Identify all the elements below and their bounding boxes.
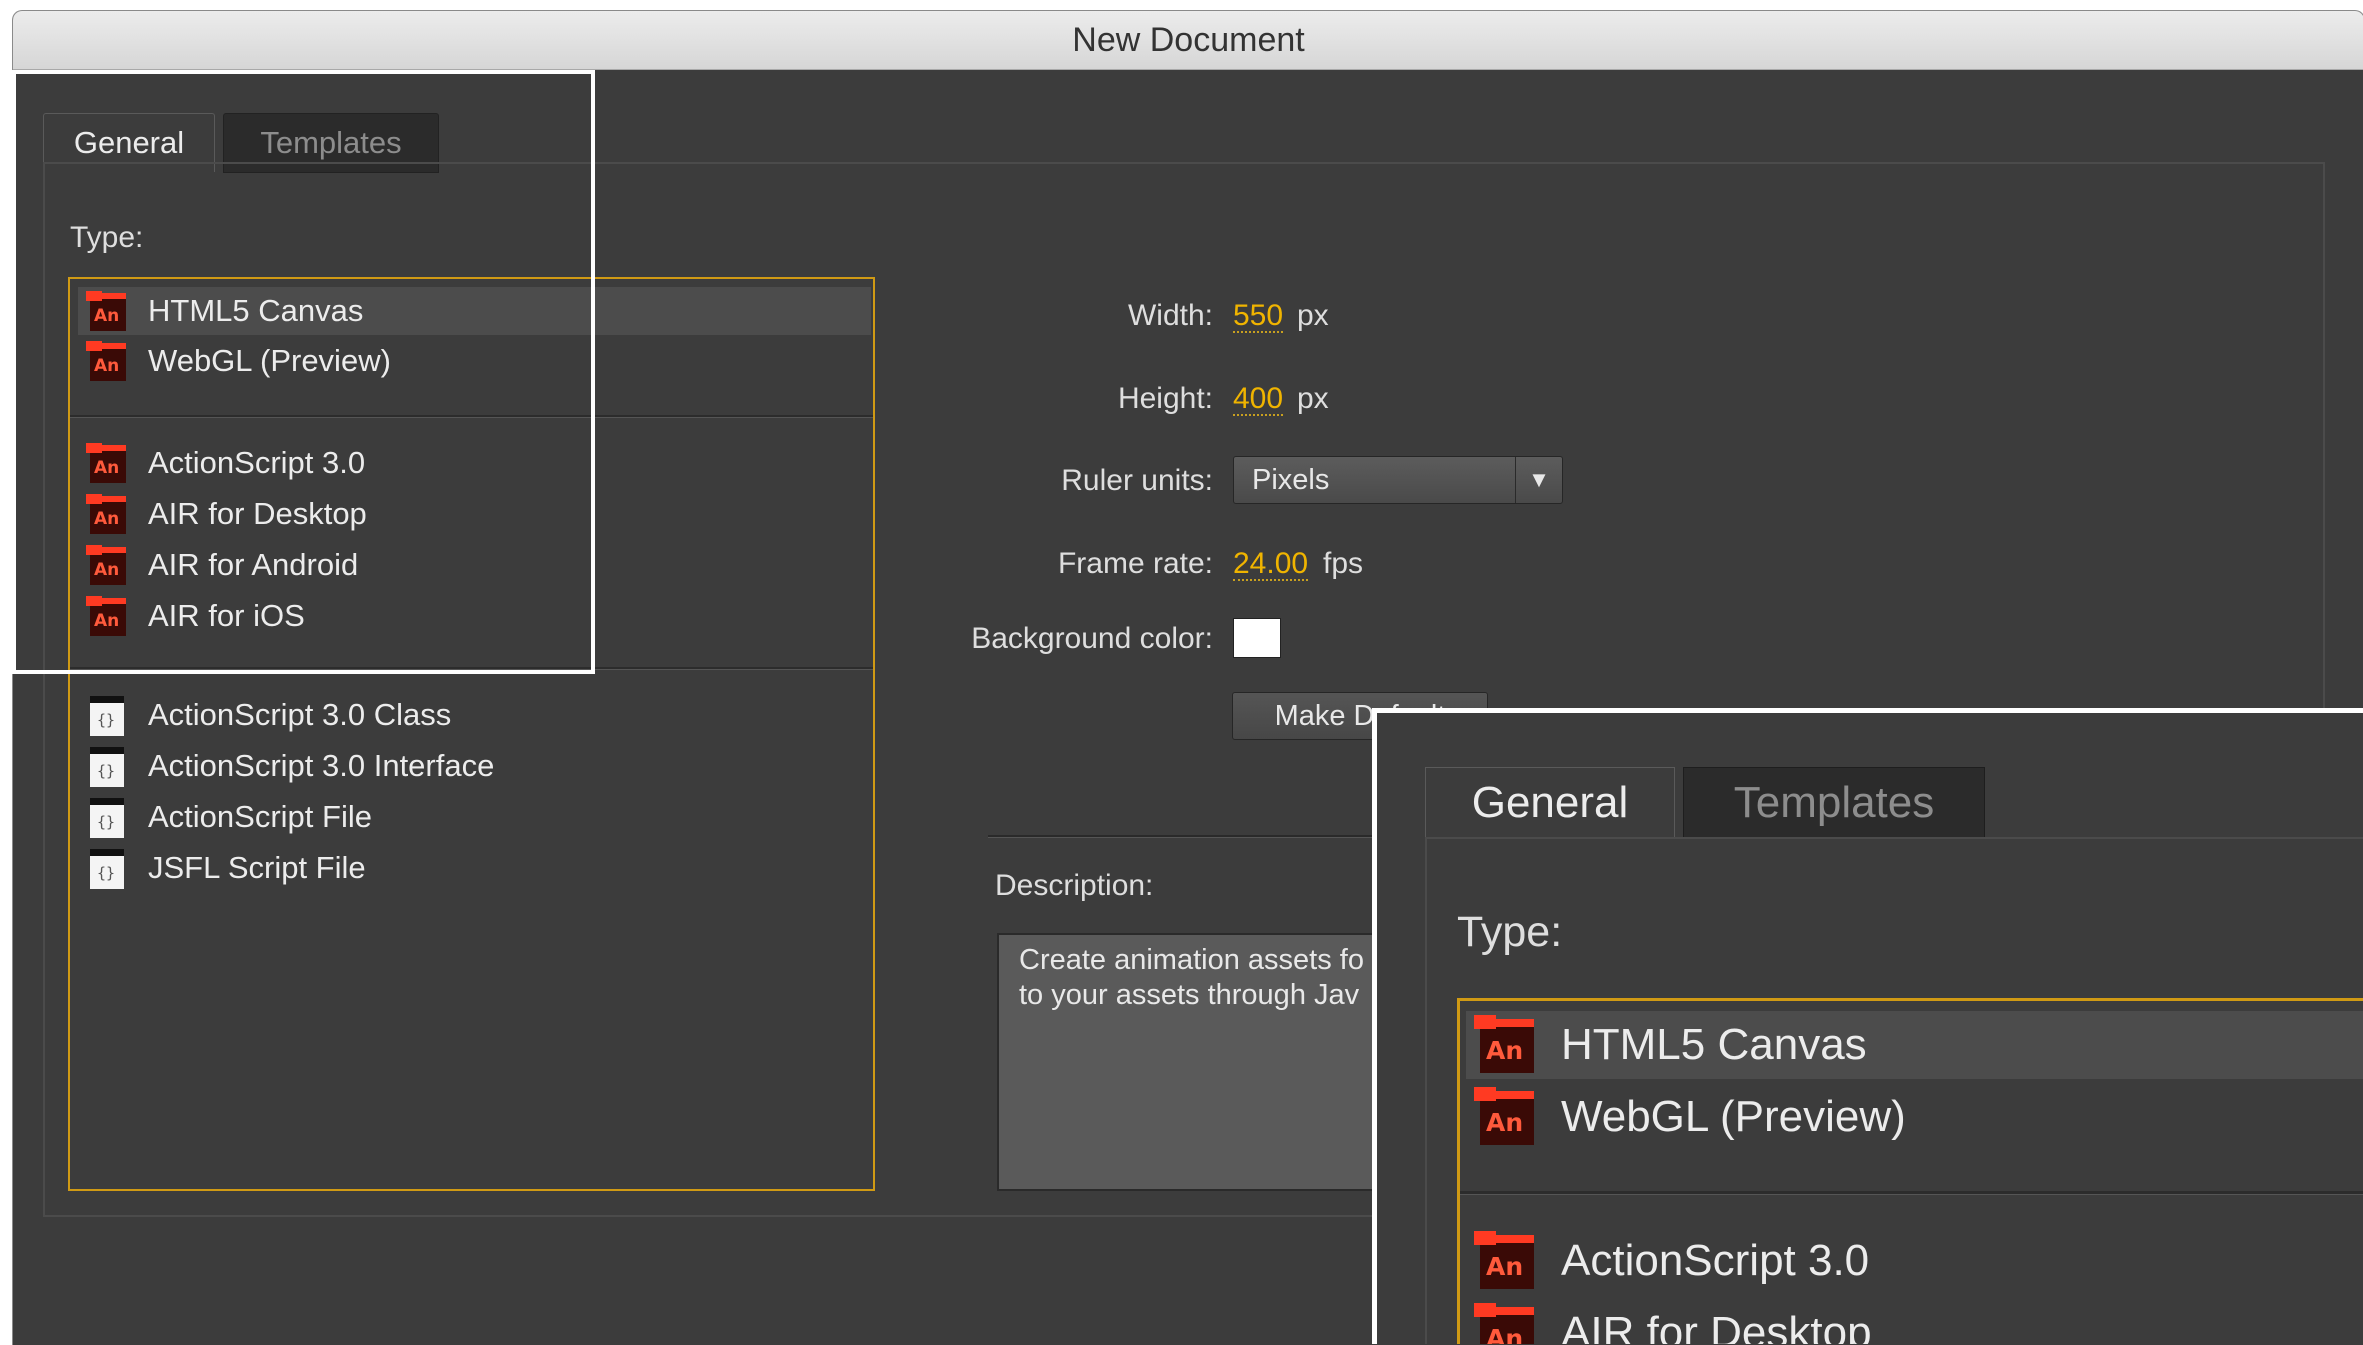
height-input[interactable]: 400 (1233, 374, 1284, 416)
height-row: Height: 400 px (893, 374, 2093, 424)
ruler-units-label: Ruler units: (1061, 464, 1213, 497)
height-label: Height: (1117, 382, 1213, 415)
list-divider (1460, 1191, 2363, 1195)
width-label: Width: (1127, 299, 1213, 332)
zoom-document-type-list[interactable]: An HTML5 Canvas An WebGL (Preview) An Ac… (1457, 998, 2363, 1344)
background-color-label: Background color: (971, 622, 1213, 655)
script-file-icon: {} (90, 849, 124, 889)
description-label: Description: (995, 869, 1154, 902)
type-item-as3-class[interactable]: {} ActionScript 3.0 Class (78, 691, 871, 739)
zoom-type-item-actionscript-3[interactable]: An ActionScript 3.0 (1466, 1227, 2363, 1295)
script-file-icon: {} (90, 798, 124, 838)
zoom-tab-templates[interactable]: Templates (1683, 767, 1985, 839)
zoom-callout-panel: General Templates Type: An HTML5 Canvas … (1372, 708, 2363, 1344)
zoom-type-item-air-desktop[interactable]: An AIR for Desktop (1466, 1299, 2363, 1344)
width-input[interactable]: 550 (1233, 291, 1284, 333)
frame-rate-row: Frame rate: 24.00 fps (893, 539, 2093, 589)
ruler-units-select[interactable]: Pixels ▼ (1233, 456, 1563, 504)
width-unit: px (1297, 299, 1329, 332)
animate-an-icon: An (1474, 1303, 1534, 1344)
highlight-callout (12, 70, 595, 674)
frame-rate-input[interactable]: 24.00 (1233, 539, 1309, 581)
frame-rate-label: Frame rate: (1057, 547, 1213, 580)
animate-an-icon: An (1474, 1231, 1534, 1289)
frame-rate-unit: fps (1323, 547, 1364, 580)
type-item-actionscript-file[interactable]: {} ActionScript File (78, 793, 871, 841)
type-item-as3-interface[interactable]: {} ActionScript 3.0 Interface (78, 742, 871, 790)
background-color-swatch[interactable] (1233, 618, 1281, 658)
zoom-type-label: Type: (1457, 908, 1563, 956)
type-item-jsfl-script[interactable]: {} JSFL Script File (78, 844, 871, 892)
animate-an-icon: An (1474, 1087, 1534, 1145)
zoom-type-item-html5-canvas[interactable]: An HTML5 Canvas (1466, 1011, 2363, 1079)
zoom-type-item-webgl[interactable]: An WebGL (Preview) (1466, 1083, 2363, 1151)
script-file-icon: {} (90, 747, 124, 787)
dialog-title: New Document (13, 11, 2363, 70)
ruler-units-row: Ruler units: Pixels ▼ (893, 456, 2093, 506)
script-file-icon: {} (90, 696, 124, 736)
width-row: Width: 550 px (893, 291, 2093, 341)
animate-an-icon: An (1474, 1015, 1534, 1073)
zoom-tab-general[interactable]: General (1425, 767, 1675, 838)
background-color-row: Background color: (893, 614, 2093, 664)
chevron-down-icon: ▼ (1515, 457, 1562, 503)
height-unit: px (1297, 382, 1329, 415)
